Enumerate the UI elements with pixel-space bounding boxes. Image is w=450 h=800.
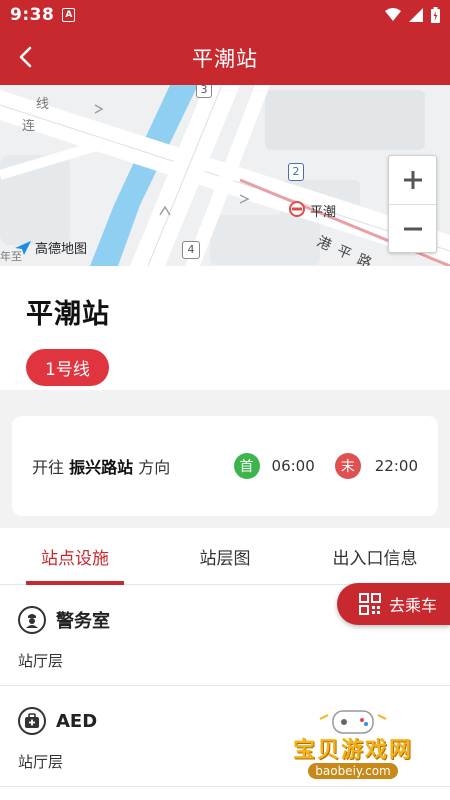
station-name: 平潮站 [26,299,110,330]
last-train-badge: 末 [334,453,361,479]
map-marker-2: 2 [288,163,304,181]
battery-icon [431,7,440,23]
direction-prefix: 开往 [32,458,65,477]
map-marker-4: 4 [182,241,200,259]
direction-suffix: 方向 [138,458,171,477]
direction-card: 开往 振兴路站 方向 首 06:00 末 22:00 [12,416,438,516]
zoom-out-button[interactable] [389,204,436,252]
map-label-poi: 平潮 [310,205,337,220]
direction-text: 开往 振兴路站 方向 [32,454,170,478]
facility-name: 警务室 [56,611,110,632]
zoom-control [388,155,437,253]
last-train-time: 22:00 [374,457,418,475]
station-map[interactable]: 3 2 4 平潮 港平路 线 连 年至 高德地图 [0,85,450,266]
tab-facilities[interactable]: 站点设施 [0,528,150,585]
tab-entrance-info[interactable]: 出入口信息 [300,528,450,584]
watermark-url: baobeiy.com [308,763,398,779]
map-label-street-2: 连 [22,119,36,134]
map-provider-name: 高德地图 [35,242,88,257]
map-label-street: 线 [36,97,50,112]
facility-name: AED [56,710,98,732]
tab-floor-map[interactable]: 站层图 [150,528,300,584]
plus-icon [403,171,422,189]
signal-icon [409,8,423,22]
terminal-station: 振兴路站 [69,458,134,477]
tab-bar: 站点设施 站层图 出入口信息 [0,528,450,585]
go-board-label: 去乘车 [389,596,438,615]
minus-icon [403,227,422,230]
first-train-badge: 首 [233,453,260,479]
wifi-icon [385,8,401,21]
qr-code-icon [359,593,381,615]
zoom-in-button[interactable] [389,156,436,204]
police-icon [18,606,46,634]
back-arrow-icon[interactable] [12,42,42,72]
facility-floor: 站厅层 [18,652,64,670]
map-provider-logo: 高德地图 [14,238,87,257]
watermark-logo: 宝贝游戏网 baobeiy.com [278,705,428,795]
map-marker-3: 3 [196,85,212,98]
line-badge[interactable]: 1号线 [26,349,109,386]
status-bar: 9:38 A [0,0,450,30]
app-header: 平潮站 [0,30,450,85]
first-train-time: 06:00 [271,457,315,475]
service-times: 首 06:00 末 22:00 [233,453,418,479]
amap-arrow-icon [15,240,31,255]
status-time: 9:38 [10,5,55,25]
medical-kit-icon [18,707,46,735]
watermark-text: 宝贝游戏网 [292,738,413,763]
notification-badge: A [62,8,76,22]
station-info: 平潮站 1号线 [0,266,450,390]
page-title: 平潮站 [192,46,258,71]
go-board-button[interactable]: 去乘车 [337,583,450,625]
